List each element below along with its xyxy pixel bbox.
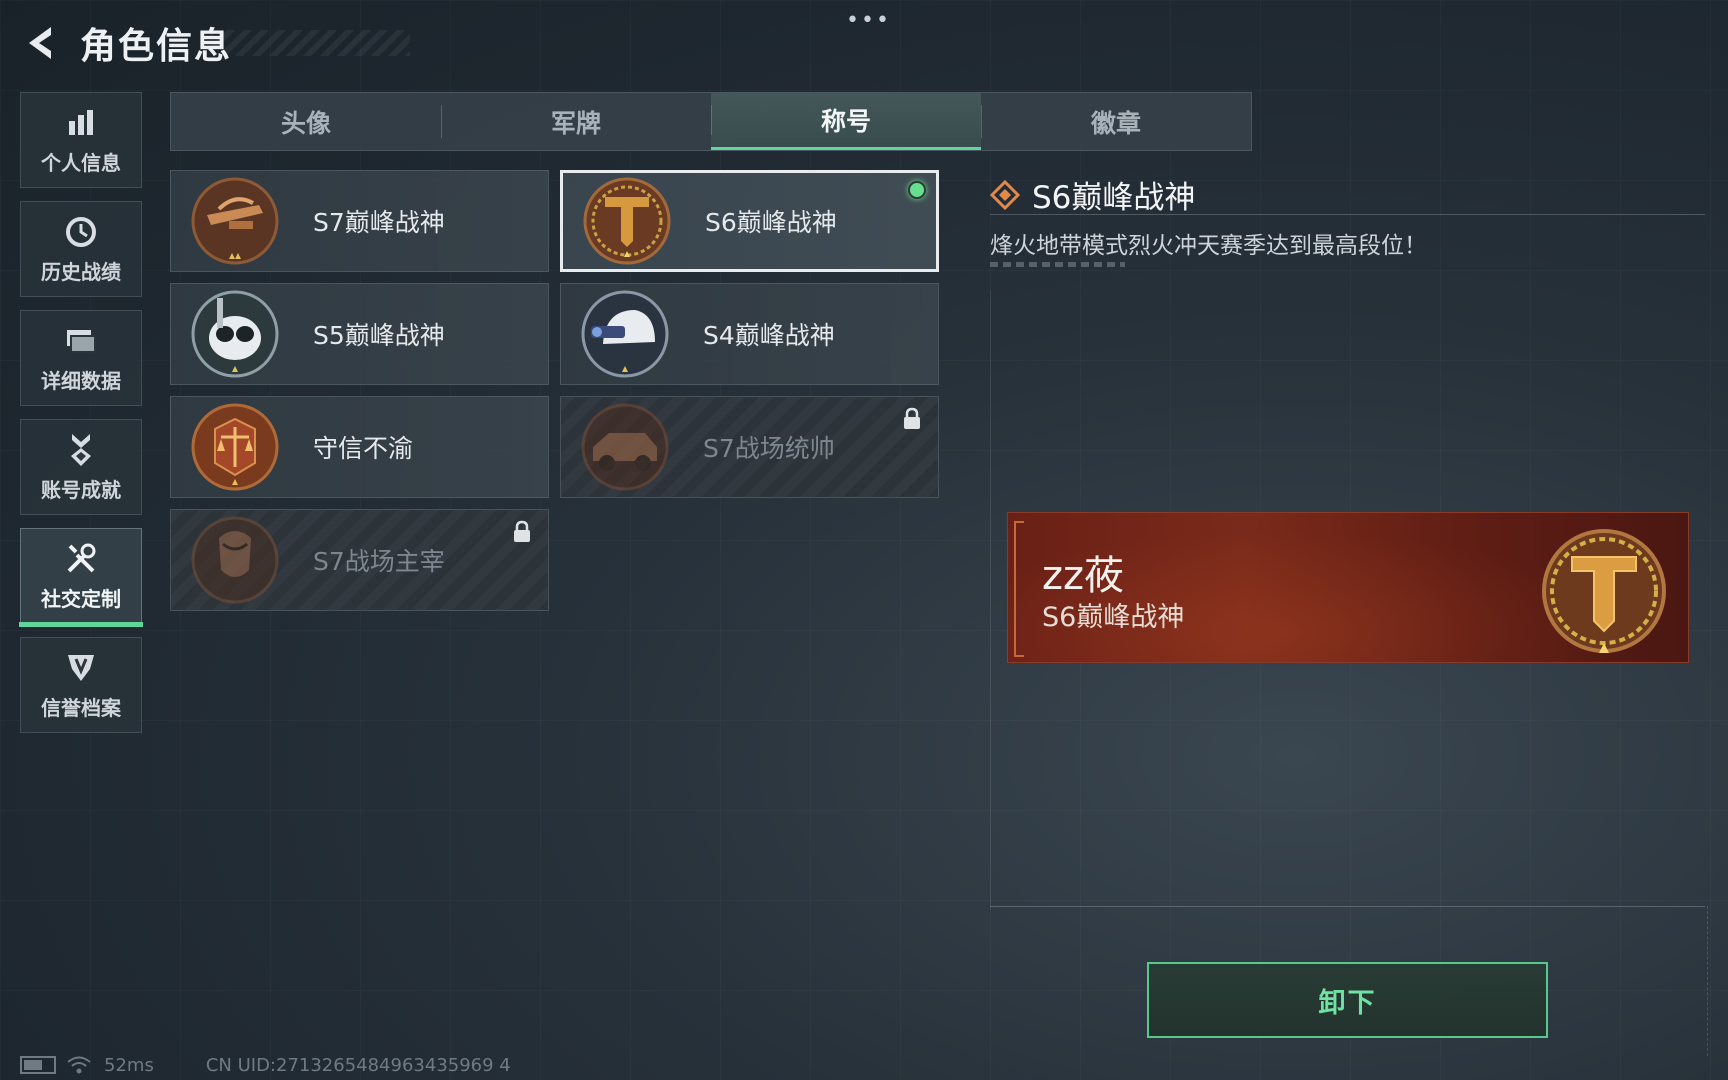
preview-title: S6巅峰战神 — [1042, 602, 1185, 633]
diamond-marker-icon — [990, 179, 1020, 210]
title-card-s5-peak[interactable]: S5巅峰战神 — [170, 283, 549, 385]
detail-title-name: S6巅峰战神 — [1032, 180, 1196, 216]
header: 角色信息 — [20, 18, 232, 68]
sidebar-item-label: 个人信息 — [41, 150, 121, 175]
sidebar-item-label: 信誉档案 — [41, 695, 121, 720]
sidebar: 个人信息 历史战绩 详细数据 账号成就 社交定制 信誉档案 — [19, 92, 144, 746]
sidebar-item-history[interactable]: 历史战绩 — [20, 201, 142, 297]
title-card-name: S4巅峰战神 — [703, 321, 835, 350]
helmet-emblem-icon — [581, 290, 669, 378]
t-shield-emblem-icon — [1542, 529, 1666, 653]
sidebar-item-label: 历史战绩 — [41, 259, 121, 284]
unequip-button[interactable]: 卸下 — [1147, 962, 1548, 1038]
tools-icon — [63, 541, 99, 577]
title-card-s6-peak[interactable]: S6巅峰战神 — [560, 170, 939, 272]
shield-badge-icon — [63, 650, 99, 686]
folder-icon — [63, 323, 99, 359]
medal-icon — [63, 432, 99, 468]
bar-chart-icon — [63, 105, 99, 141]
diving-mask-emblem-icon — [191, 290, 279, 378]
sidebar-item-label: 详细数据 — [41, 368, 121, 393]
title-card-s7-peak[interactable]: S7巅峰战神 — [170, 170, 549, 272]
title-card-name: S7战场主宰 — [313, 547, 445, 576]
title-card-keep-faith[interactable]: 守信不渝 — [170, 396, 549, 498]
title-preview-banner: zz莜 S6巅峰战神 — [1007, 512, 1689, 663]
detail-header: S6巅峰战神 — [990, 172, 1195, 217]
warrior-emblem-icon — [191, 516, 279, 604]
more-options-button[interactable]: ••• — [846, 8, 891, 33]
title-card-s4-peak[interactable]: S4巅峰战神 — [560, 283, 939, 385]
status-bar: 52ms CN UID:2713265484963435969 4 — [20, 1052, 511, 1078]
sidebar-item-detailed-data[interactable]: 详细数据 — [20, 310, 142, 406]
sidebar-item-personal-info[interactable]: 个人信息 — [20, 92, 142, 188]
history-clock-icon — [63, 214, 99, 250]
title-decoration — [210, 30, 410, 56]
banner-corner-decoration — [1014, 521, 1024, 657]
divider — [990, 214, 1705, 215]
tab-bar: 头像 军牌 称号 徽章 — [170, 92, 1252, 151]
lock-icon — [904, 407, 920, 429]
ping-value: 52ms — [104, 1054, 154, 1076]
title-card-name: S6巅峰战神 — [705, 208, 837, 237]
tab-title[interactable]: 称号 — [711, 93, 981, 150]
tab-avatar[interactable]: 头像 — [171, 93, 441, 150]
sidebar-item-label: 账号成就 — [41, 477, 121, 502]
tab-badge[interactable]: 徽章 — [981, 93, 1251, 150]
sidebar-item-credit-record[interactable]: 信誉档案 — [20, 637, 142, 733]
t-shield-emblem-icon — [583, 177, 671, 265]
scales-emblem-icon — [191, 403, 279, 491]
equipped-indicator — [908, 181, 926, 199]
sidebar-item-social-custom[interactable]: 社交定制 — [19, 528, 143, 627]
back-arrow-icon — [29, 27, 51, 59]
title-card-name: S7战场统帅 — [703, 434, 835, 463]
vehicle-emblem-icon — [581, 403, 669, 491]
title-card-s7-commander[interactable]: S7战场统帅 — [560, 396, 939, 498]
title-card-name: S5巅峰战神 — [313, 321, 445, 350]
title-card-s7-dominator[interactable]: S7战场主宰 — [170, 509, 549, 611]
sidebar-item-achievements[interactable]: 账号成就 — [20, 419, 142, 515]
detail-description: 烽火地带模式烈火冲天赛季达到最高段位！ — [990, 233, 1427, 259]
wifi-icon — [67, 1056, 91, 1074]
lock-icon — [514, 520, 530, 542]
decoration-dashed-line — [1698, 906, 1708, 1056]
sidebar-item-label: 社交定制 — [41, 586, 121, 611]
preview-player-name: zz莜 — [1042, 553, 1124, 599]
user-uid: CN UID:2713265484963435969 4 — [205, 1054, 511, 1076]
divider — [990, 906, 1705, 907]
decoration-dash — [990, 262, 1125, 267]
back-button[interactable] — [20, 21, 62, 65]
tab-dog-tag[interactable]: 军牌 — [441, 93, 711, 150]
title-card-name: S7巅峰战神 — [313, 208, 445, 237]
title-card-name: 守信不渝 — [313, 434, 414, 463]
crossbow-emblem-icon — [191, 177, 279, 265]
battery-icon — [20, 1056, 56, 1074]
